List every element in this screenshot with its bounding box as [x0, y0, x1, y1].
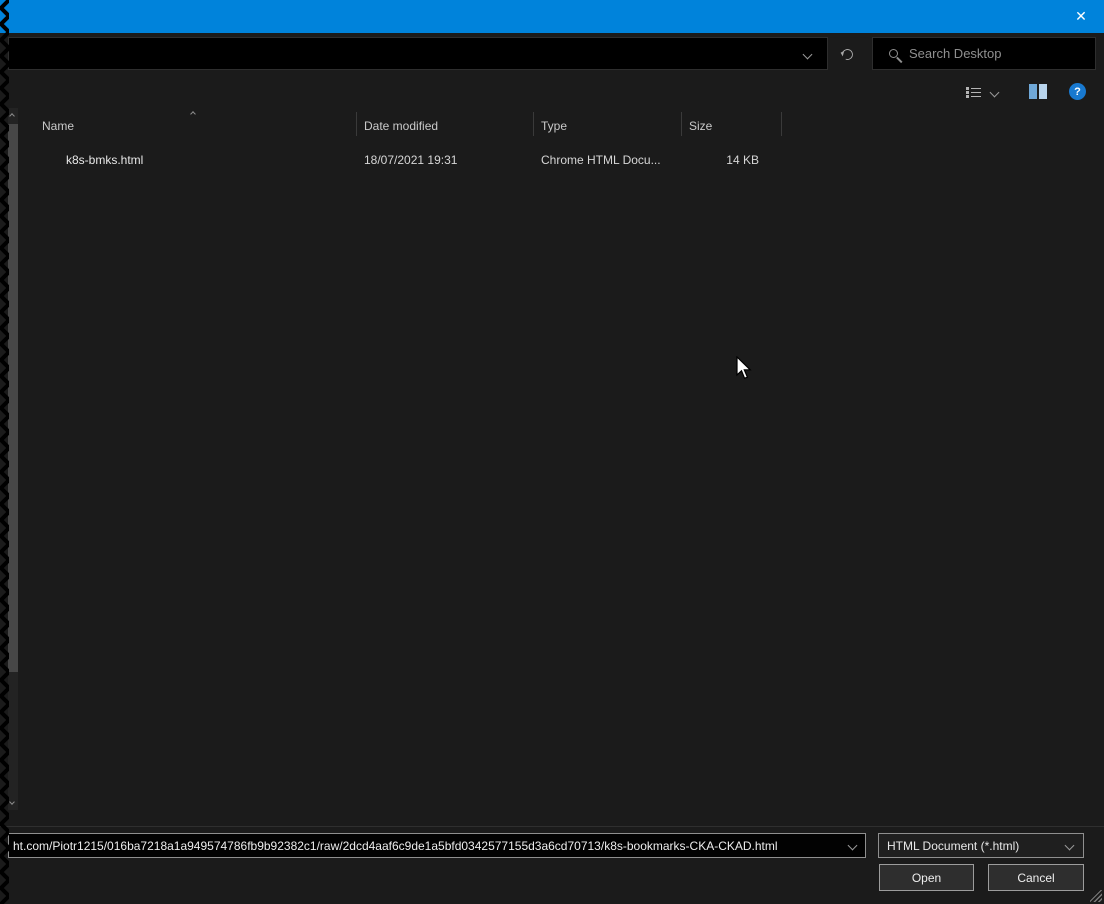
search-input[interactable] — [909, 46, 1079, 61]
refresh-icon — [839, 46, 855, 62]
file-row[interactable]: k8s-bmks.html 18/07/2021 19:31 Chrome HT… — [0, 148, 800, 172]
filetype-dropdown-chevron-icon[interactable] — [1064, 840, 1075, 851]
column-separator[interactable] — [356, 112, 357, 136]
sort-ascending-icon — [190, 111, 196, 117]
filetype-select[interactable]: HTML Document (*.html) — [878, 833, 1084, 858]
filename-input[interactable] — [9, 834, 865, 857]
column-headers: Name Date modified Type Size — [0, 108, 1104, 140]
titlebar[interactable]: ✕ — [0, 0, 1104, 33]
dialog-footer: HTML Document (*.html) Open Cancel — [0, 826, 1104, 904]
help-button[interactable]: ? — [1069, 83, 1086, 100]
change-view-button[interactable] — [966, 82, 1016, 102]
resize-grip[interactable] — [1090, 890, 1102, 902]
mouse-cursor — [736, 356, 752, 380]
vertical-scrollbar[interactable] — [8, 108, 18, 810]
column-separator[interactable] — [681, 112, 682, 136]
address-bar[interactable] — [8, 37, 828, 70]
preview-pane-icon — [1029, 84, 1037, 99]
column-separator[interactable] — [781, 112, 782, 136]
column-header-date-modified[interactable]: Date modified — [364, 119, 438, 133]
filename-combobox[interactable] — [8, 833, 866, 858]
address-dropdown-chevron-icon[interactable] — [802, 49, 813, 60]
open-button[interactable]: Open — [879, 864, 974, 891]
preview-pane-button[interactable] — [1029, 84, 1048, 99]
file-date-modified: 18/07/2021 19:31 — [364, 153, 458, 167]
filetype-value: HTML Document (*.html) — [887, 838, 1020, 853]
search-icon — [889, 49, 898, 58]
details-view-icon — [966, 86, 981, 99]
scroll-down-icon[interactable] — [9, 799, 15, 805]
refresh-button[interactable] — [834, 42, 860, 66]
file-type: Chrome HTML Docu... — [541, 153, 661, 167]
preview-pane-icon-part — [1039, 84, 1047, 99]
view-dropdown-chevron-icon[interactable] — [989, 87, 1000, 97]
scrollbar-thumb[interactable] — [8, 124, 18, 672]
column-header-name[interactable]: Name — [42, 119, 74, 133]
file-size: 14 KB — [726, 153, 759, 167]
column-header-size[interactable]: Size — [689, 119, 712, 133]
search-box[interactable] — [872, 37, 1096, 70]
column-header-type[interactable]: Type — [541, 119, 567, 133]
close-button[interactable]: ✕ — [1058, 0, 1104, 33]
cancel-button[interactable]: Cancel — [988, 864, 1084, 891]
file-name[interactable]: k8s-bmks.html — [66, 153, 143, 167]
column-separator[interactable] — [533, 112, 534, 136]
